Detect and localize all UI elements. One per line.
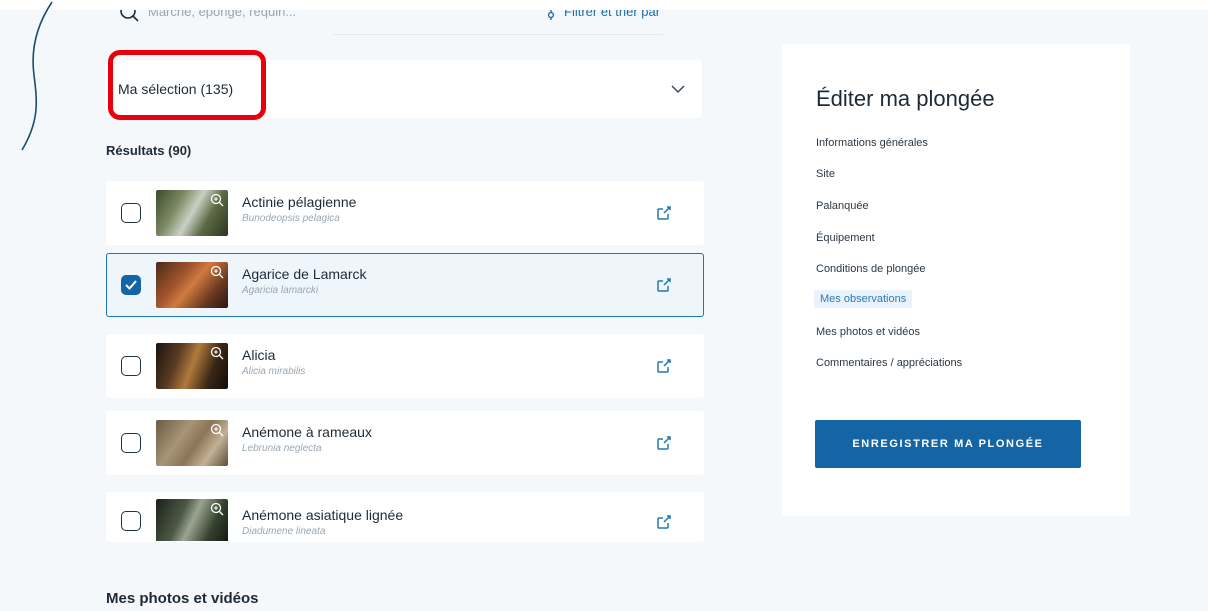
zoom-icon[interactable] — [210, 423, 224, 437]
chevron-down-icon[interactable] — [669, 80, 687, 98]
species-name: Actinie pélagienne — [242, 194, 357, 210]
species-latin-name: Lebrunia neglecta — [242, 443, 322, 454]
checkmark-icon — [125, 280, 137, 290]
search-bar[interactable]: Marche, éponge, requin... Filtrer et tri… — [108, 10, 702, 36]
result-checkbox[interactable] — [121, 203, 141, 223]
nav-item-equipement[interactable]: Équipement — [816, 232, 875, 244]
search-input[interactable]: Marche, éponge, requin... — [148, 10, 296, 19]
result-row[interactable]: Actinie pélagienne Bunodeopsis pelagica — [106, 181, 704, 245]
result-checkbox[interactable] — [121, 275, 141, 295]
highlight-annotation — [108, 50, 266, 120]
panel-title: Éditer ma plongée — [816, 86, 995, 111]
zoom-icon[interactable] — [210, 346, 224, 360]
search-icon — [120, 10, 139, 22]
species-thumbnail[interactable] — [156, 343, 228, 389]
species-name: Anémone asiatique lignée — [242, 507, 404, 523]
result-row[interactable]: Alicia Alicia mirabilis — [106, 334, 704, 398]
nav-item-photos[interactable]: Mes photos et vidéos — [816, 326, 920, 338]
top-edge — [0, 0, 1208, 10]
result-row[interactable]: Anémone asiatique lignée Diadumene linea… — [106, 492, 704, 542]
species-latin-name: Bunodeopsis pelagica — [242, 213, 340, 224]
species-latin-name: Diadumene lineata — [242, 526, 326, 537]
result-row[interactable]: Agarice de Lamarck Agaricia lamarcki — [106, 253, 704, 317]
filter-sort-button[interactable]: Filtrer et trier par — [564, 10, 660, 19]
divider — [333, 34, 663, 35]
external-link-icon[interactable] — [655, 513, 673, 531]
external-link-icon[interactable] — [655, 204, 673, 222]
nav-item-informations[interactable]: Informations générales — [816, 137, 928, 149]
result-checkbox[interactable] — [121, 356, 141, 376]
zoom-icon[interactable] — [210, 265, 224, 279]
external-link-icon[interactable] — [655, 357, 673, 375]
zoom-icon[interactable] — [210, 502, 224, 516]
species-thumbnail[interactable] — [156, 262, 228, 308]
result-row[interactable]: Anémone à rameaux Lebrunia neglecta — [106, 411, 704, 475]
nav-item-site[interactable]: Site — [816, 168, 835, 180]
external-link-icon[interactable] — [655, 276, 673, 294]
nav-item-commentaires[interactable]: Commentaires / appréciations — [816, 357, 962, 369]
species-thumbnail[interactable] — [156, 420, 228, 466]
edit-dive-panel: Éditer ma plongée Informations générales… — [782, 44, 1130, 516]
species-thumbnail[interactable] — [156, 190, 228, 236]
decorative-curve-icon — [21, 1, 53, 151]
nav-item-conditions[interactable]: Conditions de plongée — [816, 263, 925, 275]
species-name: Anémone à rameaux — [242, 424, 372, 440]
species-name: Agarice de Lamarck — [242, 266, 367, 282]
species-latin-name: Agaricia lamarcki — [242, 285, 319, 296]
photos-section-title: Mes photos et vidéos — [106, 590, 259, 607]
result-checkbox[interactable] — [121, 511, 141, 531]
species-name: Alicia — [242, 347, 276, 363]
nav-item-observations[interactable]: Mes observations — [814, 290, 913, 308]
species-thumbnail[interactable] — [156, 499, 228, 541]
external-link-icon[interactable] — [655, 434, 673, 452]
result-checkbox[interactable] — [121, 433, 141, 453]
zoom-icon[interactable] — [210, 193, 224, 207]
save-dive-button[interactable]: ENREGISTRER MA PLONGÉE — [815, 420, 1081, 468]
species-latin-name: Alicia mirabilis — [242, 366, 306, 377]
filter-icon — [547, 10, 555, 20]
nav-item-palanquee[interactable]: Palanquée — [816, 200, 869, 212]
results-title: Résultats (90) — [106, 143, 192, 158]
